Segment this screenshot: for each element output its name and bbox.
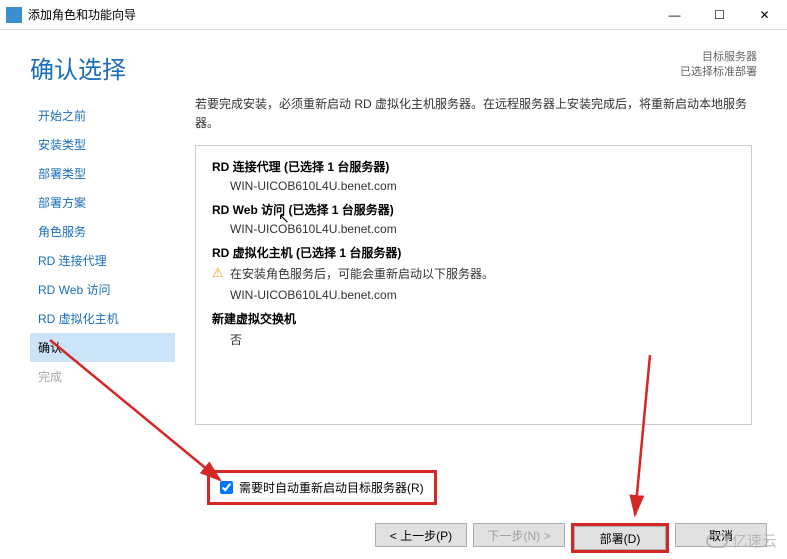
vswitch-title: 新建虚拟交换机	[212, 310, 735, 327]
restart-checkbox-label: 需要时自动重新启动目标服务器(R)	[239, 479, 424, 496]
sidebar-item-role-services[interactable]: 角色服务	[30, 217, 175, 246]
wizard-header: 确认选择 目标服务器 已选择标准部署	[0, 30, 787, 95]
sidebar: 开始之前 安装类型 部署类型 部署方案 角色服务 RD 连接代理 RD Web …	[30, 95, 175, 425]
page-title: 确认选择	[30, 50, 126, 85]
deploy-highlight: 部署(D)	[571, 523, 669, 553]
restart-checkbox-row[interactable]: 需要时自动重新启动目标服务器(R)	[207, 470, 437, 505]
close-button[interactable]: ✕	[742, 0, 787, 30]
target-value: 已选择标准部署	[680, 65, 757, 80]
role-block-virtual-host: RD 虚拟化主机 (已选择 1 台服务器) 在安装角色服务后，可能会重新启动以下…	[212, 244, 735, 302]
deploy-button[interactable]: 部署(D)	[574, 526, 666, 550]
watermark-icon	[706, 534, 728, 548]
role-title: RD 连接代理 (已选择 1 台服务器)	[212, 158, 735, 175]
sidebar-item-rd-broker[interactable]: RD 连接代理	[30, 246, 175, 275]
sidebar-item-deploy-scenario[interactable]: 部署方案	[30, 188, 175, 217]
sidebar-item-complete: 完成	[30, 362, 175, 391]
app-icon	[6, 7, 22, 23]
target-info: 目标服务器 已选择标准部署	[680, 50, 757, 81]
role-title: RD Web 访问 (已选择 1 台服务器)	[212, 201, 735, 218]
restart-checkbox[interactable]	[220, 481, 233, 494]
prev-button[interactable]: < 上一步(P)	[375, 523, 467, 547]
details-box: RD 连接代理 (已选择 1 台服务器) WIN-UICOB610L4U.ben…	[195, 145, 752, 425]
role-title: RD 虚拟化主机 (已选择 1 台服务器)	[212, 244, 735, 261]
sidebar-item-confirm[interactable]: 确认	[30, 333, 175, 362]
description-text: 若要完成安装，必须重新启动 RD 虚拟化主机服务器。在远程服务器上安装完成后，将…	[195, 95, 752, 133]
role-block-broker: RD 连接代理 (已选择 1 台服务器) WIN-UICOB610L4U.ben…	[212, 158, 735, 193]
sidebar-item-rd-virtual-host[interactable]: RD 虚拟化主机	[30, 304, 175, 333]
warning-text: 在安装角色服务后，可能会重新启动以下服务器。	[212, 265, 735, 282]
server-name: WIN-UICOB610L4U.benet.com	[212, 222, 735, 236]
next-button: 下一步(N) >	[473, 523, 565, 547]
target-label: 目标服务器	[680, 50, 757, 65]
server-name: WIN-UICOB610L4U.benet.com	[212, 288, 735, 302]
vswitch-value: 否	[212, 331, 735, 348]
maximize-button[interactable]: ☐	[697, 0, 742, 30]
watermark: 亿速云	[706, 530, 777, 551]
main-panel: 若要完成安装，必须重新启动 RD 虚拟化主机服务器。在远程服务器上安装完成后，将…	[175, 95, 772, 425]
minimize-button[interactable]: —	[652, 0, 697, 30]
window-title: 添加角色和功能向导	[28, 6, 652, 23]
server-name: WIN-UICOB610L4U.benet.com	[212, 179, 735, 193]
sidebar-item-install-type[interactable]: 安装类型	[30, 130, 175, 159]
sidebar-item-before-begin[interactable]: 开始之前	[30, 101, 175, 130]
watermark-text: 亿速云	[732, 530, 777, 551]
sidebar-item-deploy-type[interactable]: 部署类型	[30, 159, 175, 188]
role-block-vswitch: 新建虚拟交换机 否	[212, 310, 735, 348]
role-block-web: RD Web 访问 (已选择 1 台服务器) WIN-UICOB610L4U.b…	[212, 201, 735, 236]
title-bar: 添加角色和功能向导 — ☐ ✕	[0, 0, 787, 30]
sidebar-item-rd-web[interactable]: RD Web 访问	[30, 275, 175, 304]
